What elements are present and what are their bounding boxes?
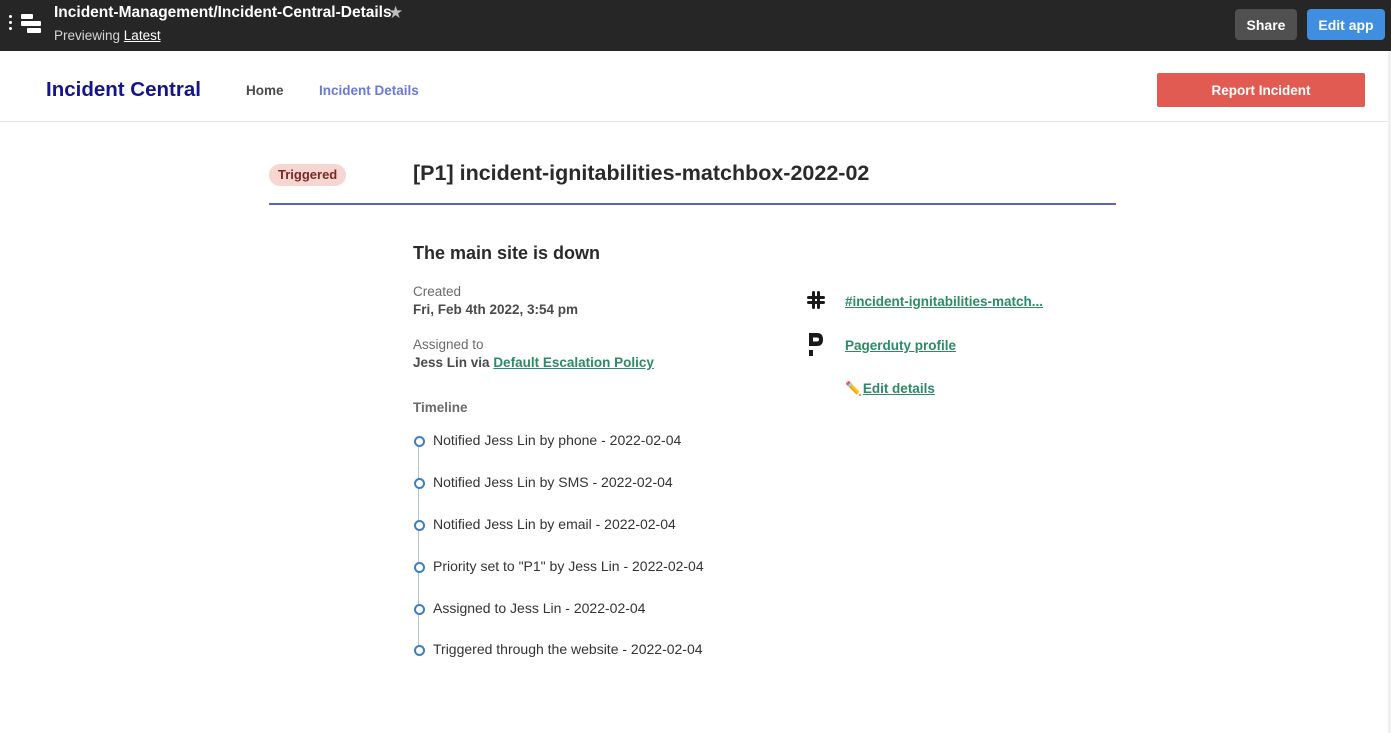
assignee-name: Jess Lin via xyxy=(413,355,490,370)
timeline-dot-icon xyxy=(414,478,425,489)
previewing-status: Previewing Latest xyxy=(54,28,161,43)
timeline-dot-icon xyxy=(414,520,425,531)
timeline-dot-icon xyxy=(414,436,425,447)
brand-title[interactable]: Incident Central xyxy=(46,78,201,102)
escalation-policy-link[interactable]: Default Escalation Policy xyxy=(493,355,654,370)
created-value: Fri, Feb 4th 2022, 3:54 pm xyxy=(413,302,579,317)
nav-incident-details[interactable]: Incident Details xyxy=(319,83,419,98)
slack-icon xyxy=(807,291,825,309)
version-link[interactable]: Latest xyxy=(124,28,161,43)
incident-summary: The main site is down xyxy=(413,243,601,263)
timeline-item-text: Assigned to Jess Lin - 2022-02-04 xyxy=(433,600,646,616)
app-header: Incident Central Home Incident Details R… xyxy=(0,51,1391,122)
timeline-connector xyxy=(418,441,419,651)
nav-home[interactable]: Home xyxy=(246,83,284,98)
timeline-item-text: Priority set to "P1" by Jess Lin - 2022-… xyxy=(433,558,704,574)
timeline-dot-icon xyxy=(414,562,425,573)
top-app-bar: Incident-Management/Incident-Central-Det… xyxy=(0,0,1391,51)
edit-details-link[interactable]: ✏️Edit details xyxy=(845,381,935,397)
timeline-item-text: Notified Jess Lin by phone - 2022-02-04 xyxy=(433,432,682,448)
incident-title: [P1] incident-ignitabilities-matchbox-20… xyxy=(413,161,870,185)
pencil-icon: ✏️ xyxy=(845,381,862,396)
timeline-dot-icon xyxy=(414,645,425,656)
title-divider xyxy=(269,203,1116,205)
slack-channel-link[interactable]: #incident-ignitabilities-match... xyxy=(845,294,1043,309)
edit-app-button[interactable]: Edit app xyxy=(1307,9,1385,40)
timeline-item-text: Notified Jess Lin by email - 2022-02-04 xyxy=(433,516,676,532)
previewing-label: Previewing xyxy=(54,28,121,43)
status-badge: Triggered xyxy=(269,164,347,186)
assigned-label: Assigned to xyxy=(413,337,484,352)
pagerduty-icon xyxy=(809,333,823,356)
app-path-title: Incident-Management/Incident-Central-Det… xyxy=(54,4,392,21)
edit-details-label: Edit details xyxy=(862,381,935,396)
timeline-dot-icon xyxy=(414,604,425,615)
timeline-label: Timeline xyxy=(413,400,468,415)
share-button[interactable]: Share xyxy=(1235,9,1297,40)
timeline-item-text: Triggered through the website - 2022-02-… xyxy=(433,641,703,657)
created-label: Created xyxy=(413,284,462,299)
app-logo-icon[interactable] xyxy=(19,12,43,36)
assigned-value: Jess Lin via Default Escalation Policy xyxy=(413,355,654,370)
kebab-menu-icon[interactable] xyxy=(8,15,14,35)
star-icon[interactable]: ★ xyxy=(388,3,403,23)
pagerduty-profile-link[interactable]: Pagerduty profile xyxy=(845,338,956,353)
report-incident-button[interactable]: Report Incident xyxy=(1157,73,1365,107)
timeline-item-text: Notified Jess Lin by SMS - 2022-02-04 xyxy=(433,474,673,490)
